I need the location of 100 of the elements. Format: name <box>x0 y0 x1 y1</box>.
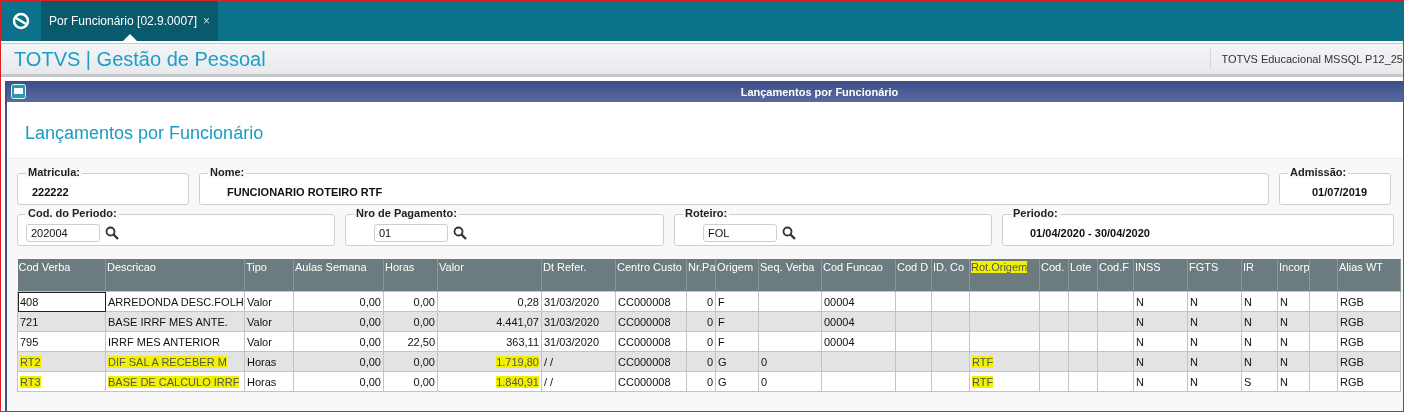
table-cell: 0,28 <box>517 295 539 308</box>
table-cell: Valor <box>247 335 272 348</box>
table-cell: IRRF MES ANTERIOR <box>108 335 220 348</box>
table-cell: 0,00 <box>359 335 381 348</box>
table-cell: ARREDONDA DESC.FOLH <box>108 295 244 308</box>
table-cell: RGB <box>1340 315 1364 328</box>
table-cell: 31/03/2020 <box>544 315 600 328</box>
table-cell: BASE DE CALCULO IRRF <box>108 375 240 388</box>
table-cell: N <box>1190 335 1198 348</box>
table-cell: S <box>1244 375 1252 388</box>
field-value: FUNCIONARIO ROTEIRO RTF <box>227 186 383 198</box>
table-cell: F <box>718 335 725 348</box>
table-cell: 31/03/2020 <box>544 295 600 308</box>
column-header[interactable]: IR <box>1243 261 1254 273</box>
table-cell: 0,00 <box>413 355 435 368</box>
field-label: Nome: <box>208 166 247 178</box>
table-cell: BASE IRRF MES ANTE. <box>108 315 228 328</box>
table-cell: 721 <box>20 315 39 328</box>
table-cell: N <box>1190 295 1198 308</box>
close-icon[interactable]: × <box>203 14 211 28</box>
table-cell: 0,00 <box>413 295 435 308</box>
table-cell: 0 <box>761 375 768 388</box>
panel-title: Lançamentos por Funcionário <box>739 85 900 98</box>
field-value: 01/07/2019 <box>1312 186 1368 198</box>
table-cell: Valor <box>247 295 272 308</box>
table-cell: 0 <box>706 355 713 368</box>
table-cell: 408 <box>20 295 39 308</box>
table-cell: N <box>1280 335 1288 348</box>
table-cell: N <box>1136 355 1144 368</box>
table-cell: Valor <box>247 315 272 328</box>
table-cell: 0 <box>761 355 768 368</box>
table-cell: N <box>1280 375 1288 388</box>
table-cell: 0 <box>706 335 713 348</box>
table-cell: RT3 <box>20 375 41 388</box>
page-heading: Lançamentos por Funcionário <box>24 122 265 142</box>
table-cell: RTF <box>972 355 994 368</box>
field-label: Cod. do Periodo: <box>26 207 119 219</box>
input-field[interactable]: FOL <box>703 224 777 242</box>
table-cell: F <box>718 295 725 308</box>
field-label: Roteiro: <box>683 207 730 219</box>
table-cell: RGB <box>1340 355 1364 368</box>
table-cell: F <box>718 315 725 328</box>
table-cell: CC000008 <box>618 355 671 368</box>
table-cell: 22,50 <box>407 335 435 348</box>
field-label: Periodo: <box>1011 207 1060 219</box>
table-cell: 00004 <box>824 295 855 308</box>
table-cell: CC000008 <box>618 375 671 388</box>
table-cell: N <box>1244 355 1252 368</box>
field-value: 01/04/2020 - 30/04/2020 <box>1030 227 1150 239</box>
table-cell: N <box>1190 315 1198 328</box>
table-cell: N <box>1136 375 1144 388</box>
table-cell: N <box>1280 355 1288 368</box>
table-cell: 4.441,07 <box>496 315 539 328</box>
table-cell: N <box>1136 315 1144 328</box>
column-header[interactable]: Valor <box>439 261 464 273</box>
table-cell: N <box>1280 315 1288 328</box>
input-field[interactable]: 01 <box>374 224 448 242</box>
table-cell: 0 <box>706 375 713 388</box>
table-cell: CC000008 <box>618 315 671 328</box>
table-cell: N <box>1244 315 1252 328</box>
table-cell: 1.719,80 <box>496 355 539 368</box>
table-cell: DIF SAL A RECEBER M <box>108 355 227 368</box>
table-cell: 0 <box>706 315 713 328</box>
window-icon[interactable] <box>11 84 26 99</box>
table-cell: G <box>718 375 727 388</box>
search-icon[interactable] <box>105 226 119 240</box>
table-cell: G <box>718 355 727 368</box>
tab[interactable]: Por Funcionário [02.9.0007] × <box>41 1 219 41</box>
table-cell: 0,00 <box>413 375 435 388</box>
column-header[interactable]: Horas <box>385 261 415 273</box>
column-header[interactable]: Tipo <box>246 261 267 273</box>
table-cell: / / <box>544 355 554 368</box>
table-cell: 00004 <box>824 335 855 348</box>
table-cell: 31/03/2020 <box>544 335 600 348</box>
table-cell: N <box>1136 295 1144 308</box>
column-header[interactable]: INSS <box>1135 261 1161 273</box>
table-cell: 363,11 <box>506 335 539 348</box>
table-cell: 0,00 <box>359 295 381 308</box>
table-cell: 0,00 <box>359 315 381 328</box>
field-label: Matricula: <box>26 166 82 178</box>
table-cell: N <box>1190 375 1198 388</box>
logo-icon <box>12 12 30 30</box>
column-header[interactable]: Rot.Origem <box>971 261 1028 273</box>
search-icon[interactable] <box>782 226 796 240</box>
field-value: 222222 <box>32 186 69 198</box>
table-cell: RT2 <box>20 355 41 368</box>
field-label: Admissão: <box>1288 166 1349 178</box>
table-cell: Horas <box>247 375 277 388</box>
search-icon[interactable] <box>453 226 467 240</box>
column-header[interactable]: FGTS <box>1189 261 1219 273</box>
table-cell: CC000008 <box>618 335 671 348</box>
column-header[interactable]: Descricao <box>107 261 156 273</box>
table-cell: 1.840,91 <box>496 375 539 388</box>
table-cell: N <box>1244 335 1252 348</box>
input-field[interactable]: 202004 <box>26 224 100 242</box>
table-cell: N <box>1280 295 1288 308</box>
table-cell: / / <box>544 375 554 388</box>
table-cell: N <box>1136 335 1144 348</box>
table-cell: 00004 <box>824 315 855 328</box>
table-cell: N <box>1244 295 1252 308</box>
